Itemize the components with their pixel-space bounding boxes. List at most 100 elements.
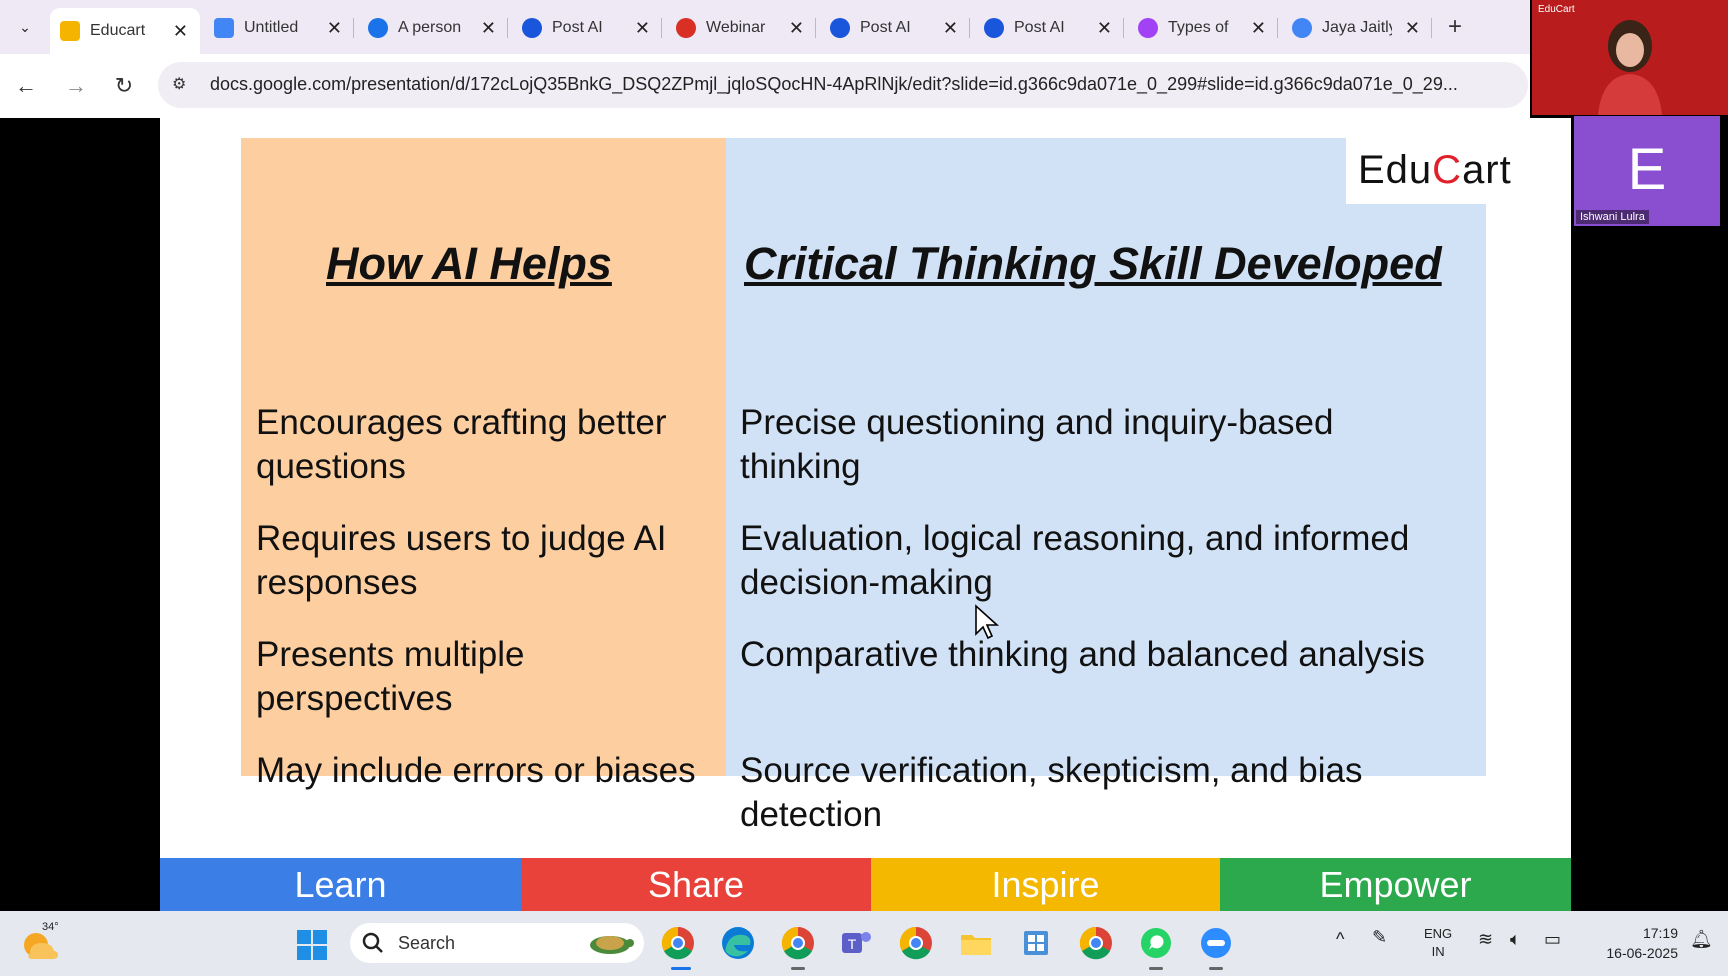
row-2-left: Requires users to judge AI responses	[256, 519, 667, 602]
battery-icon[interactable]: ▭	[1544, 929, 1561, 950]
forward-arrow-icon[interactable]: →	[60, 70, 92, 102]
tab-close-icon[interactable]: ✕	[789, 18, 804, 39]
mouse-cursor-icon	[975, 604, 1000, 640]
row-3-left: Presents multiple perspectives	[256, 635, 525, 718]
search-highlight-turtle-icon	[590, 936, 634, 954]
tab-6[interactable]: Post AI ✕	[820, 8, 970, 48]
tab-title: Post AI	[1014, 19, 1065, 36]
gmail-icon	[676, 18, 696, 38]
zoom-icon[interactable]	[1198, 925, 1234, 961]
tab-separator	[507, 18, 508, 38]
logo-part-edu: Edu	[1358, 148, 1433, 192]
tab-title: Post AI	[860, 19, 911, 36]
pen-input-icon[interactable]: ✎	[1372, 927, 1387, 948]
notification-bell-icon[interactable]: 🔔︎	[1690, 929, 1713, 950]
footer-banner: Learn Share Inspire Empower	[160, 858, 1571, 911]
tab-close-icon[interactable]: ✕	[1251, 18, 1266, 39]
chrome-icon[interactable]	[660, 925, 696, 961]
tab-separator	[1277, 18, 1278, 38]
back-arrow-icon[interactable]: ←	[10, 70, 42, 102]
clock-date: 16-06-2025	[1606, 945, 1678, 961]
banner-empower: Empower	[1220, 858, 1571, 911]
tab-close-icon[interactable]: ✕	[943, 18, 958, 39]
file-explorer-icon[interactable]	[958, 925, 994, 961]
tab-4[interactable]: Post AI ✕	[512, 8, 662, 48]
slide-canvas: How AI Helps Critical Thinking Skill Dev…	[160, 118, 1571, 911]
volume-icon[interactable]: 🔈︎	[1510, 929, 1521, 950]
app-icon	[1138, 18, 1158, 38]
tab-separator	[1431, 18, 1432, 38]
tab-8[interactable]: Types of ✕	[1128, 8, 1278, 48]
participant-name: Ishwani Lulra	[1576, 210, 1649, 224]
tab-separator	[969, 18, 970, 38]
tab-5[interactable]: Webinar ✕	[666, 8, 816, 48]
tab-title: A person	[398, 19, 462, 36]
tab-1[interactable]: Educart ✕	[50, 8, 200, 54]
tab-separator	[661, 18, 662, 38]
whatsapp-running-indicator	[1149, 967, 1163, 970]
wifi-icon[interactable]: ≋	[1478, 929, 1493, 950]
reload-icon[interactable]: ↻	[108, 70, 140, 102]
logo-part-art: art	[1462, 148, 1512, 192]
tab-title: Post AI	[552, 19, 603, 36]
header-how-ai-helps: How AI Helps	[326, 238, 612, 289]
tab-close-icon[interactable]: ✕	[635, 18, 650, 39]
clock-time: 17:19	[1642, 925, 1678, 941]
lang-region: IN	[1431, 944, 1445, 959]
tab-close-icon[interactable]: ✕	[327, 18, 342, 39]
presenter-video-tile[interactable]: EduCart	[1532, 0, 1728, 115]
chrome-third-icon[interactable]	[1078, 925, 1114, 961]
chrome-secondary-icon[interactable]	[898, 925, 934, 961]
tab-title: Educart	[90, 22, 146, 39]
windows-start-icon[interactable]	[296, 929, 328, 961]
tab-3[interactable]: A person ✕	[358, 8, 508, 48]
tab-strip: ⌄ Educart ✕ Untitled ✕ A person ✕ Post AI ✕ Webi…	[0, 0, 1530, 54]
row-4-right: Source verification, skepticism, and bia…	[740, 751, 1363, 834]
url-text[interactable]: docs.google.com/presentation/d/172cLojQ3…	[210, 74, 1520, 95]
address-bar[interactable]: ⚙ docs.google.com/presentation/d/172cLoj…	[158, 62, 1528, 108]
app-icon	[368, 18, 388, 38]
chrome-profile-running-indicator	[791, 967, 805, 970]
header-critical-thinking: Critical Thinking Skill Developed	[744, 238, 1442, 289]
tray-overflow-chevron-icon[interactable]: ^	[1336, 929, 1344, 950]
app-icon	[984, 18, 1004, 38]
teams-icon[interactable]: T	[838, 925, 874, 961]
tab-separator	[353, 18, 354, 38]
tab-7[interactable]: Post AI ✕	[974, 8, 1124, 48]
search-icon	[362, 932, 383, 953]
store-icon[interactable]	[1018, 925, 1054, 961]
svg-text:T: T	[848, 936, 857, 952]
participant-video-tile[interactable]: E Ishwani Lulra	[1574, 116, 1720, 226]
search-label: Search	[398, 933, 456, 953]
educart-logo: EduCart	[1346, 138, 1546, 204]
site-info-icon[interactable]: ⚙	[172, 74, 194, 96]
banner-share: Share	[521, 858, 871, 911]
tab-close-icon[interactable]: ✕	[1097, 18, 1112, 39]
app-icon	[830, 18, 850, 38]
banner-inspire: Inspire	[871, 858, 1220, 911]
row-1-right: Precise questioning and inquiry-based th…	[740, 403, 1334, 486]
tab-9[interactable]: Jaya Jaitly ✕	[1282, 8, 1432, 48]
tab-close-icon[interactable]: ✕	[1405, 18, 1420, 39]
slides-icon	[60, 21, 80, 41]
tab-2[interactable]: Untitled ✕	[204, 8, 354, 48]
tab-title: Jaya Jaitly	[1322, 19, 1392, 36]
input-language[interactable]: ENG IN	[1424, 925, 1452, 961]
logo-part-cart-icon: C	[1432, 148, 1463, 192]
chrome-profile-icon[interactable]	[780, 925, 816, 961]
tab-close-icon[interactable]: ✕	[481, 18, 496, 39]
tab-search-chevron-icon[interactable]: ⌄	[10, 12, 40, 42]
new-tab-button[interactable]: +	[1440, 12, 1470, 42]
whatsapp-icon[interactable]	[1138, 925, 1174, 961]
system-clock[interactable]: 17:19 16-06-2025	[1590, 923, 1678, 963]
chrome-active-indicator	[671, 967, 691, 970]
tab-close-icon[interactable]: ✕	[173, 21, 188, 42]
docs-icon	[214, 18, 234, 38]
taskbar-search-box[interactable]: Search	[350, 923, 644, 963]
tab-title: Untitled	[244, 19, 299, 36]
browser-toolbar: ← → ↻ ⚙ docs.google.com/presentation/d/1…	[0, 54, 1530, 118]
windows-taskbar: 34° Search T ^ ✎ ENG IN ≋ 🔈︎ ▭ 17:19 16-…	[0, 911, 1728, 976]
google-icon	[1292, 18, 1312, 38]
row-3-right: Comparative thinking and balanced analys…	[740, 635, 1425, 674]
edge-icon[interactable]	[720, 925, 756, 961]
